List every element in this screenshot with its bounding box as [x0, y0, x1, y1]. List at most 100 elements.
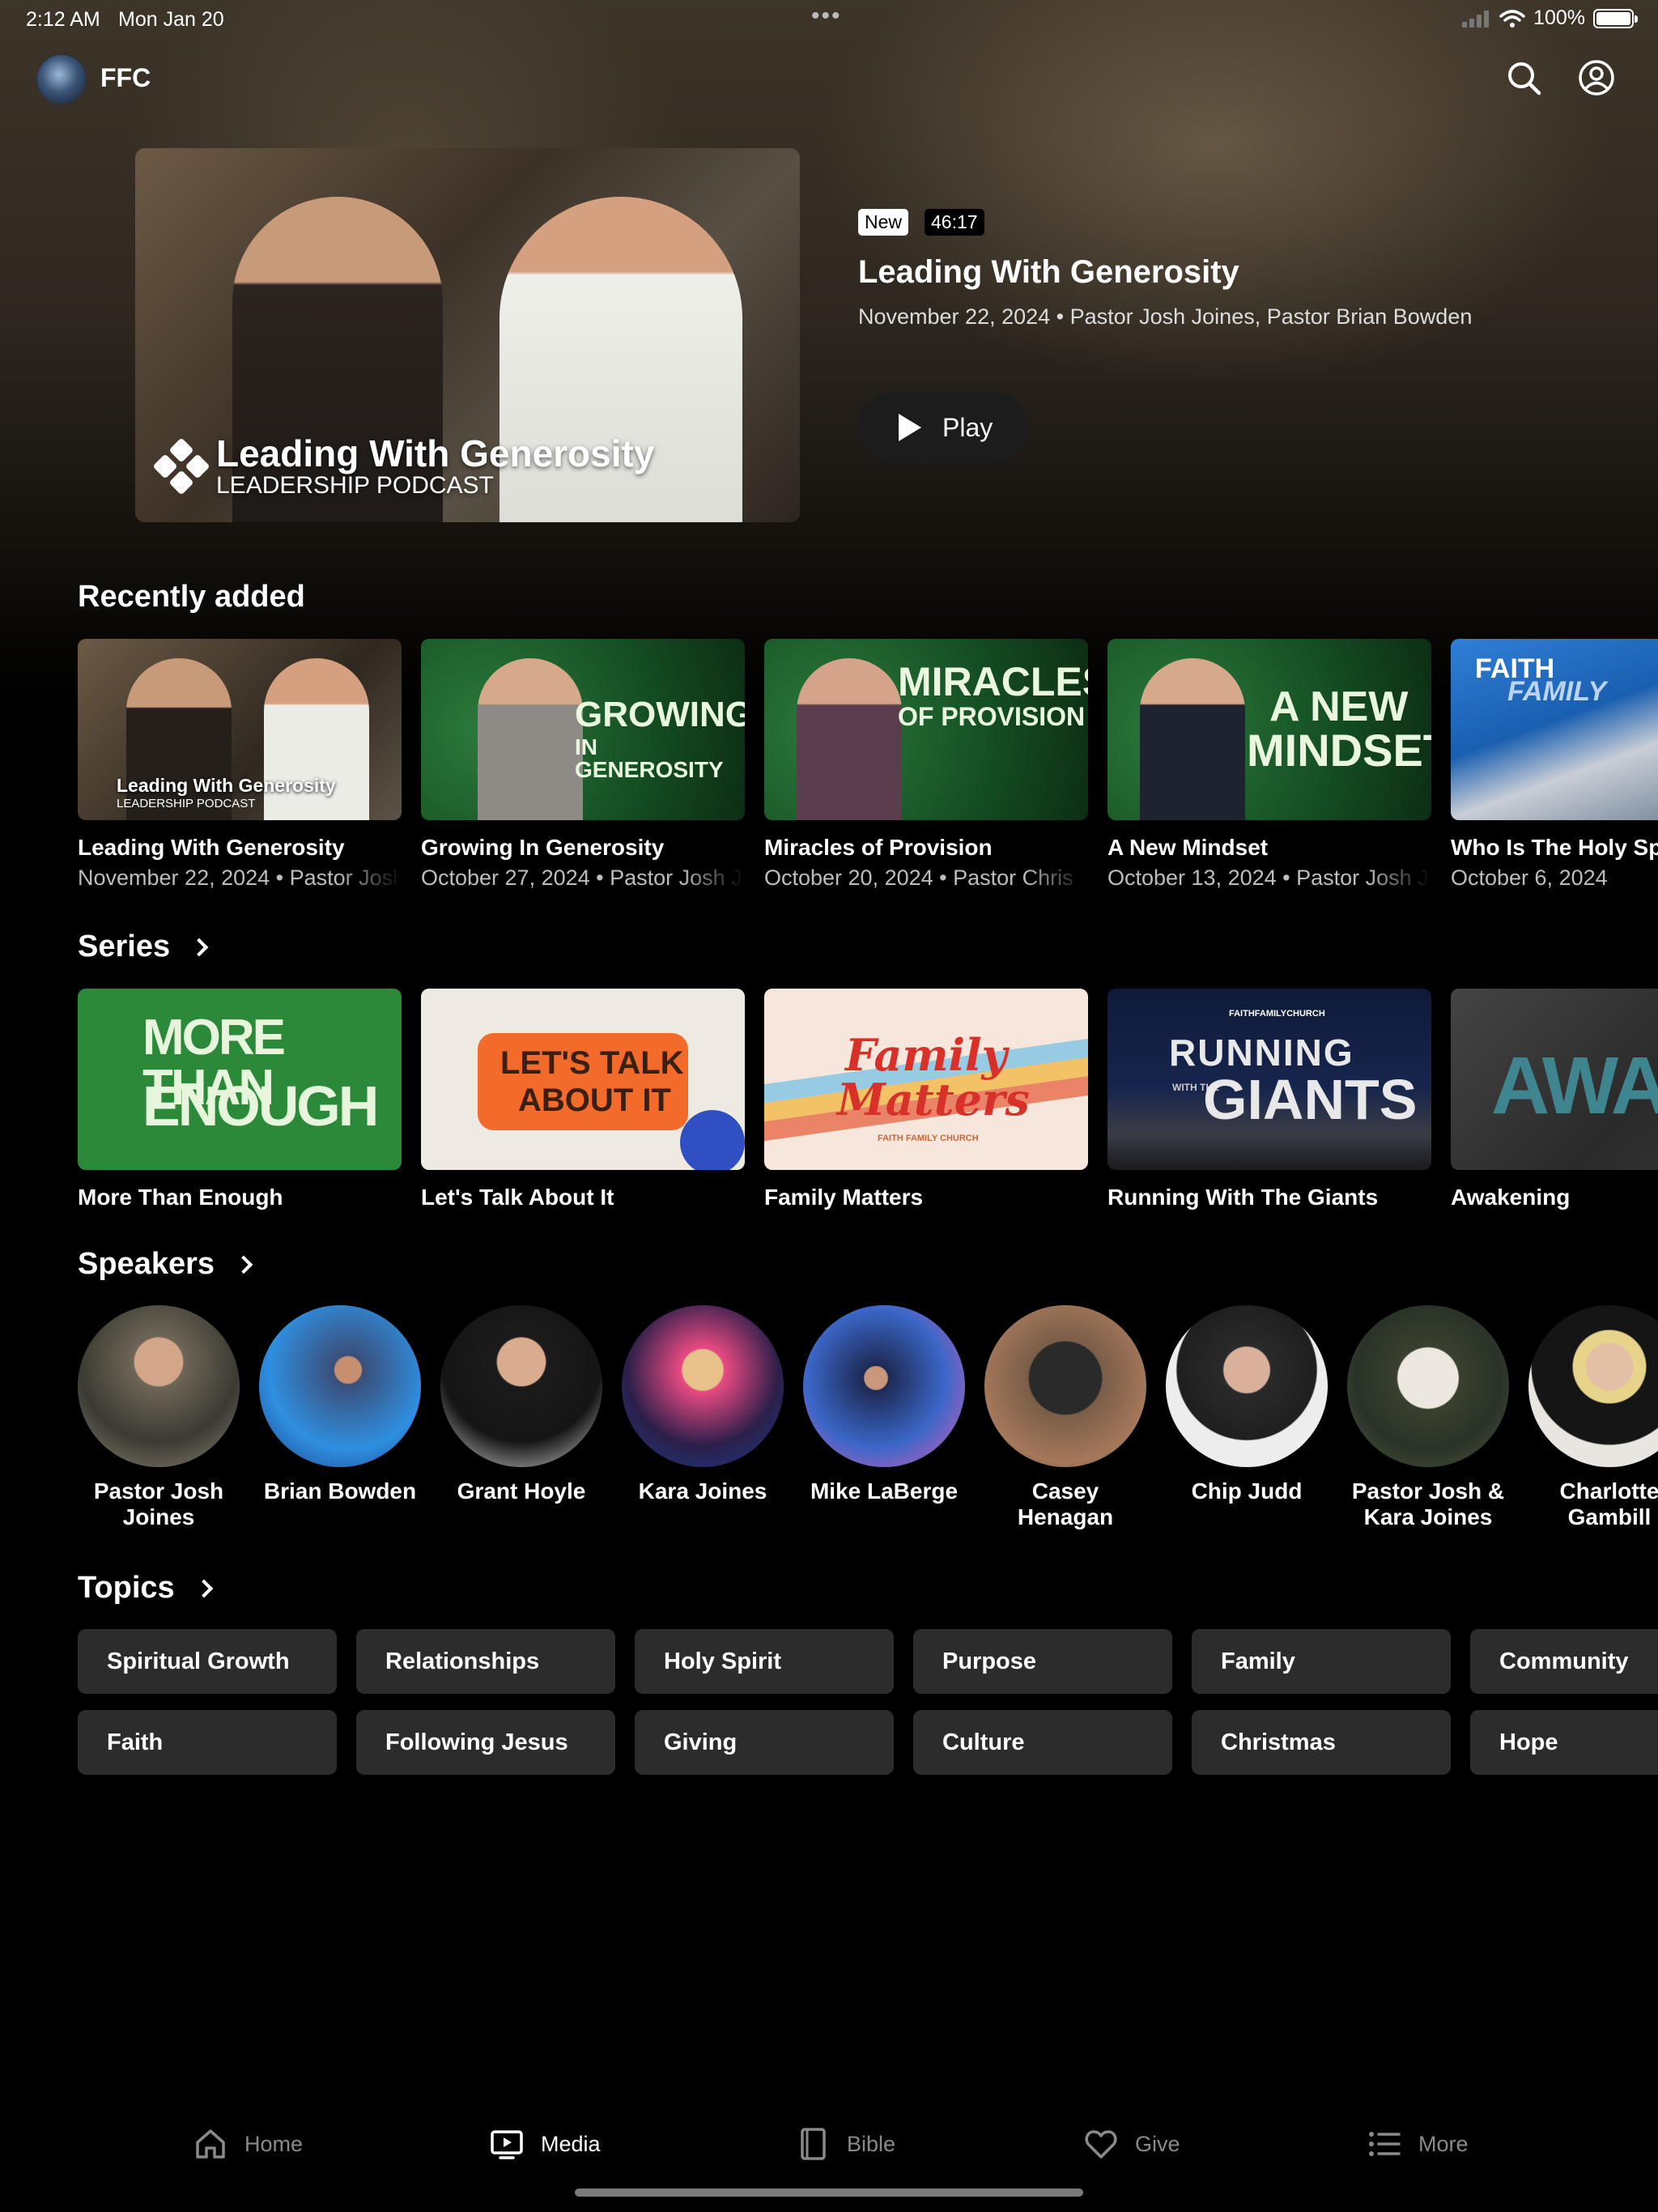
thumbnail-figure — [264, 658, 369, 820]
speaker-avatar — [1347, 1305, 1509, 1467]
thumbnail-figure — [478, 658, 583, 820]
topic-chip[interactable]: Community — [1470, 1629, 1658, 1694]
play-button[interactable]: Play — [858, 392, 1028, 463]
thumbnail-figure — [797, 658, 902, 820]
thumbnail-line2: ABOUT IT — [518, 1083, 671, 1118]
media-card[interactable]: MIRACLES OF PROVISION Miracles of Provis… — [764, 639, 1088, 891]
speaker-item[interactable]: Kara Joines — [622, 1305, 784, 1530]
series-thumbnail: AWAKEN — [1451, 989, 1658, 1170]
series-thumbnail: FAITHFAMILYCHURCH RUNNING WITH THE GIANT… — [1107, 989, 1431, 1170]
topic-chip[interactable]: Relationships — [356, 1629, 615, 1694]
speakers-row: Pastor Josh Joines Brian Bowden Grant Ho… — [78, 1305, 1658, 1530]
status-right: 100% — [1462, 6, 1638, 30]
thumbnail-line2: GIANTS — [1203, 1068, 1418, 1131]
hero-thumbnail[interactable]: Leading With Generosity LEADERSHIP PODCA… — [135, 148, 800, 522]
media-meta: October 27, 2024 • Pastor Josh Joines — [421, 866, 745, 890]
media-card[interactable]: Leading With Generosity LEADERSHIP PODCA… — [78, 639, 402, 891]
media-thumbnail: Leading With Generosity LEADERSHIP PODCA… — [78, 639, 402, 820]
decorative-shape — [680, 1110, 745, 1170]
profile-icon[interactable] — [1577, 58, 1616, 97]
topic-chip[interactable]: Holy Spirit — [635, 1629, 894, 1694]
section-title: Speakers — [78, 1247, 215, 1281]
speaker-name: Brian Bowden — [263, 1478, 417, 1504]
tab-bible[interactable]: Bible — [795, 2126, 895, 2162]
battery-percent: 100% — [1533, 6, 1585, 29]
chevron-right-icon — [189, 938, 209, 956]
topic-chip[interactable]: Christmas — [1192, 1710, 1451, 1775]
thumbnail-subtitle: FAITH FAMILY CHURCH — [878, 1134, 979, 1143]
series-card[interactable]: MORE THAN ENOUGH More Than Enough — [78, 989, 402, 1210]
topic-chip[interactable]: Faith — [78, 1710, 337, 1775]
play-icon — [899, 414, 921, 441]
thumbnail-line2: MINDSET — [1247, 725, 1431, 776]
speaker-item[interactable]: Grant Hoyle — [440, 1305, 602, 1530]
series-card[interactable]: FAITHFAMILYCHURCH RUNNING WITH THE GIANT… — [1107, 989, 1431, 1210]
hero-meta: November 22, 2024 • Pastor Josh Joines, … — [858, 304, 1473, 329]
speaker-name: Chip Judd — [1191, 1478, 1303, 1504]
tab-more[interactable]: More — [1367, 2126, 1469, 2162]
series-title: Let's Talk About It — [421, 1185, 614, 1210]
thumbnail-line2: ENOUGH — [142, 1074, 379, 1138]
tab-give[interactable]: Give — [1083, 2126, 1180, 2162]
heart-icon — [1085, 2130, 1117, 2159]
media-card[interactable]: A NEW MINDSET A New Mindset October 13, … — [1107, 639, 1431, 891]
media-meta: October 13, 2024 • Pastor Josh Joines — [1107, 866, 1431, 890]
topics-grid: Spiritual Growth Relationships Holy Spir… — [78, 1629, 1658, 1775]
church-mark-icon — [154, 439, 209, 494]
topic-chip[interactable]: Family — [1192, 1629, 1451, 1694]
series-title: Family Matters — [764, 1185, 924, 1210]
media-thumbnail: A NEW MINDSET — [1107, 639, 1431, 820]
thumbnail-line2: FAMILY — [1507, 676, 1607, 707]
tab-home[interactable]: Home — [193, 2126, 303, 2162]
speaker-item[interactable]: Pastor Josh Joines — [78, 1305, 240, 1530]
media-title: Leading With Generosity — [78, 835, 345, 860]
series-card[interactable]: AWAKEN Awakening — [1451, 989, 1658, 1210]
thumbnail-line1: GROWING — [575, 695, 745, 734]
tab-label: More — [1418, 2131, 1469, 2156]
media-thumbnail: FAITH FAMILY — [1451, 639, 1658, 820]
series-title: More Than Enough — [78, 1185, 283, 1210]
media-meta: October 6, 2024 — [1451, 866, 1608, 890]
media-card[interactable]: FAITH FAMILY Who Is The Holy Spirit Octo… — [1451, 639, 1658, 891]
topics-heading[interactable]: Topics — [78, 1571, 213, 1606]
topic-chip[interactable]: Spiritual Growth — [78, 1629, 337, 1694]
topic-chip[interactable]: Culture — [913, 1710, 1172, 1775]
topic-chip[interactable]: Hope — [1470, 1710, 1658, 1775]
tab-label: Home — [244, 2131, 304, 2156]
series-heading[interactable]: Series — [78, 929, 209, 964]
media-title: Growing In Generosity — [421, 835, 665, 860]
book-icon — [801, 2128, 826, 2160]
thumbnail-line1: A NEW — [1269, 683, 1409, 730]
speaker-avatar — [440, 1305, 602, 1467]
topic-chip[interactable]: Purpose — [913, 1629, 1172, 1694]
tv-icon — [491, 2130, 523, 2159]
multitasking-dots-icon[interactable]: ••• — [811, 4, 842, 28]
thumbnail-line2: OF PROVISION — [898, 702, 1086, 731]
home-indicator[interactable] — [575, 2189, 1083, 2197]
thumbnail-subtitle: LEADERSHIP PODCAST — [117, 797, 256, 810]
media-meta: October 20, 2024 • Pastor Chris — [764, 866, 1073, 890]
speaker-item[interactable]: Chip Judd — [1166, 1305, 1328, 1530]
media-title: A New Mindset — [1107, 835, 1269, 860]
tab-media[interactable]: Media — [489, 2126, 601, 2162]
recently-added-row: Leading With Generosity LEADERSHIP PODCA… — [78, 639, 1658, 891]
speaker-item[interactable]: Charlotte Gambill — [1528, 1305, 1658, 1530]
series-card[interactable]: LET'S TALK ABOUT IT Let's Talk About It — [421, 989, 745, 1210]
speaker-avatar — [1166, 1305, 1328, 1467]
topic-chip[interactable]: Giving — [635, 1710, 894, 1775]
speakers-heading[interactable]: Speakers — [78, 1247, 253, 1282]
play-label: Play — [942, 412, 993, 442]
topic-chip[interactable]: Following Jesus — [356, 1710, 615, 1775]
speaker-item[interactable]: Brian Bowden — [259, 1305, 421, 1530]
series-card[interactable]: Family Matters FAITH FAMILY CHURCH Famil… — [764, 989, 1088, 1210]
search-icon[interactable] — [1504, 58, 1543, 97]
media-card[interactable]: GROWING IN GENEROSITY Growing In Generos… — [421, 639, 745, 891]
speaker-item[interactable]: Casey Henagan — [984, 1305, 1146, 1530]
section-title: Recently added — [78, 580, 305, 614]
speaker-item[interactable]: Pastor Josh & Kara Joines — [1347, 1305, 1509, 1530]
speaker-item[interactable]: Mike LaBerge — [803, 1305, 965, 1530]
speaker-name: Casey Henagan — [1017, 1478, 1114, 1529]
church-logo[interactable] — [36, 53, 87, 105]
speaker-name: Pastor Josh & Kara Joines — [1351, 1478, 1505, 1529]
media-screen: 2:12 AM Mon Jan 20 ••• 100% FFC Leading … — [0, 0, 1658, 2212]
